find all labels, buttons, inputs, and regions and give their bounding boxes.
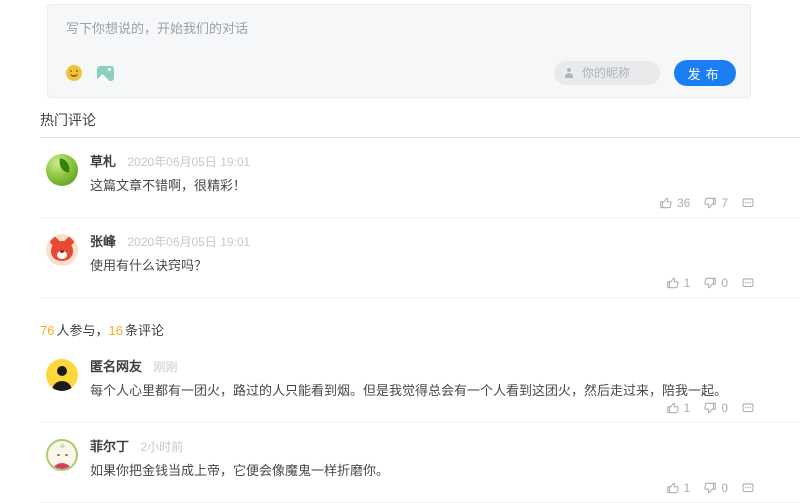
comment-meta: 张峰 2020年06月05日 19:01	[90, 234, 800, 250]
commenter-name: 张峰	[90, 234, 117, 249]
image-upload-icon[interactable]	[97, 65, 114, 81]
dislike-count: 7	[721, 196, 728, 210]
dislike-button[interactable]: 0	[703, 276, 728, 290]
comment-time: 2020年06月05日 19:01	[127, 155, 251, 169]
like-button[interactable]: 1	[666, 276, 691, 290]
like-button[interactable]: 1	[666, 481, 691, 495]
thumb-down-icon	[704, 277, 717, 289]
comment-widget: 发布 热门评论 草札 2020年06月05日 19:01 这篇文章不错啊，很精彩…	[40, 4, 800, 503]
comment-actions: 36 7	[90, 195, 800, 211]
hot-comments-title: 热门评论	[40, 110, 800, 138]
comment-time: 2020年06月05日 19:01	[127, 235, 251, 249]
commenter-name: 菲尔丁	[90, 439, 130, 454]
comment-textarea[interactable]	[48, 5, 750, 60]
comments-label: 条评论	[124, 323, 164, 338]
like-count: 1	[683, 481, 691, 495]
like-button[interactable]: 1	[666, 401, 691, 415]
comment-body: 张峰 2020年06月05日 19:01 使用有什么诀窍吗？ 1 0	[90, 234, 800, 291]
comment-row: 张峰 2020年06月05日 19:01 使用有什么诀窍吗？ 1 0	[40, 218, 800, 298]
comment-time: 2小时前	[140, 440, 184, 454]
thumb-down-icon	[704, 482, 717, 494]
comment-text: 这篇文章不错啊，很精彩！	[90, 178, 247, 193]
thumb-up-icon	[666, 402, 679, 414]
comment-actions: 1 0	[90, 480, 800, 496]
comment-row: 菲尔丁 2小时前 如果你把金钱当成上帝，它便会像魔鬼一样折磨你。 1 0	[40, 423, 800, 503]
composer-toolbar: 发布	[48, 60, 750, 97]
reply-comment-icon	[742, 278, 754, 288]
comment-meta: 匿名网友 刚刚	[90, 359, 800, 375]
anonymous-user-avatar	[46, 359, 78, 391]
thumb-up-icon	[660, 197, 672, 209]
reply-button[interactable]	[741, 481, 755, 495]
comment-time: 刚刚	[153, 360, 178, 374]
composer-box: 发布	[47, 4, 751, 98]
comment-row: 草札 2020年06月05日 19:01 这篇文章不错啊，很精彩！ 36 7	[40, 138, 800, 218]
comment-meta: 草札 2020年06月05日 19:01	[90, 154, 800, 170]
thumb-up-icon	[666, 277, 679, 289]
comment-body: 菲尔丁 2小时前 如果你把金钱当成上帝，它便会像魔鬼一样折磨你。 1 0	[90, 439, 800, 496]
comment-actions: 1 0	[90, 275, 800, 291]
reply-button[interactable]	[741, 276, 755, 290]
dislike-count: 0	[721, 481, 728, 495]
comment-text: 每个人心里都有一团火，路过的人只能看到烟。但是我觉得总会有一个人看到这团火，然后…	[90, 383, 728, 398]
thumb-down-icon	[704, 197, 717, 209]
dislike-button[interactable]: 7	[703, 196, 728, 210]
reply-comment-icon	[742, 483, 754, 493]
comment-actions: 1 0	[90, 400, 800, 416]
stats-line: 76 人参与，16 条评论	[40, 320, 800, 339]
dislike-count: 0	[721, 401, 728, 415]
red-fox-avatar	[46, 234, 78, 266]
lamb-avatar	[46, 439, 78, 471]
reply-comment-icon	[742, 403, 754, 413]
participants-count: 76	[40, 323, 55, 338]
dislike-count: 0	[721, 276, 728, 290]
nickname-field[interactable]	[554, 61, 660, 85]
thumb-up-icon	[666, 482, 679, 494]
reply-button[interactable]	[741, 401, 755, 415]
reply-button[interactable]	[741, 196, 755, 210]
like-button[interactable]: 36	[659, 196, 690, 210]
like-count: 1	[683, 276, 691, 290]
comment-row: 匿名网友 刚刚 每个人心里都有一团火，路过的人只能看到烟。但是我觉得总会有一个人…	[40, 343, 800, 423]
participants-label: 人参与，	[56, 323, 109, 338]
comment-body: 匿名网友 刚刚 每个人心里都有一团火，路过的人只能看到烟。但是我觉得总会有一个人…	[90, 359, 800, 416]
comment-text: 如果你把金钱当成上帝，它便会像魔鬼一样折磨你。	[90, 463, 390, 478]
reply-comment-icon	[742, 198, 754, 208]
comment-meta: 菲尔丁 2小时前	[90, 439, 800, 455]
comment-body: 草札 2020年06月05日 19:01 这篇文章不错啊，很精彩！ 36 7	[90, 154, 800, 211]
emoji-smiley-icon[interactable]	[66, 65, 82, 81]
like-count: 36	[676, 196, 691, 210]
thumb-down-icon	[704, 402, 717, 414]
commenter-name: 匿名网友	[90, 359, 143, 374]
latest-comment-list: 匿名网友 刚刚 每个人心里都有一团火，路过的人只能看到烟。但是我觉得总会有一个人…	[40, 343, 800, 503]
user-icon	[564, 68, 574, 78]
commenter-name: 草札	[90, 154, 117, 169]
green-orb-avatar	[46, 154, 78, 186]
like-count: 1	[683, 401, 691, 415]
hot-comment-list: 草札 2020年06月05日 19:01 这篇文章不错啊，很精彩！ 36 7 张…	[40, 138, 800, 298]
comment-text: 使用有什么诀窍吗？	[90, 258, 208, 273]
dislike-button[interactable]: 0	[703, 401, 728, 415]
nickname-input[interactable]	[580, 65, 650, 81]
publish-button[interactable]: 发布	[674, 60, 736, 86]
dislike-button[interactable]: 0	[703, 481, 728, 495]
comments-count: 16	[108, 323, 123, 338]
